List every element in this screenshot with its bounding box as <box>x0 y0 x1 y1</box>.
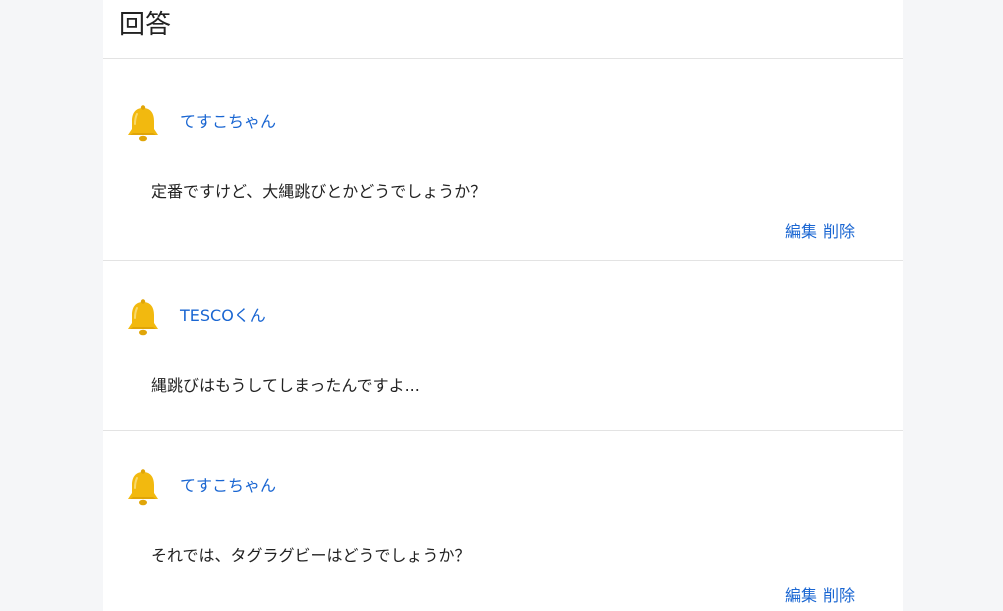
delete-button[interactable]: 削除 <box>823 586 855 606</box>
bell-icon <box>128 105 158 142</box>
answer-text: それでは、タグラグビーはどうでしょうか？ <box>151 546 471 565</box>
answer-item: てすこちゃん それでは、タグラグビーはどうでしょうか？ 編集 削除 <box>103 431 903 611</box>
edit-button[interactable]: 編集 <box>785 586 817 606</box>
answer-text: 定番ですけど、大縄跳びとかどうでしょうか？ <box>151 182 487 201</box>
edit-button[interactable]: 編集 <box>785 222 817 242</box>
answers-panel: 回答 てすこちゃん 定番ですけど、大縄跳びとかどうでしょうか？ 編集 削除 TE… <box>103 0 903 611</box>
author-link[interactable]: てすこちゃん <box>180 112 276 132</box>
answer-actions: 編集 削除 <box>785 586 855 606</box>
bell-icon <box>128 299 158 336</box>
author-link[interactable]: TESCOくん <box>180 306 266 326</box>
answer-text: 縄跳びはもうしてしまったんですよ... <box>151 376 420 395</box>
delete-button[interactable]: 削除 <box>823 222 855 242</box>
answer-item: てすこちゃん 定番ですけど、大縄跳びとかどうでしょうか？ 編集 削除 <box>103 59 903 261</box>
author-link[interactable]: てすこちゃん <box>180 476 276 496</box>
answer-item: TESCOくん 縄跳びはもうしてしまったんですよ... <box>103 261 903 431</box>
answer-actions: 編集 削除 <box>785 222 855 242</box>
bell-icon <box>128 469 158 506</box>
answers-header: 回答 <box>103 0 903 59</box>
page-title: 回答 <box>119 10 172 40</box>
